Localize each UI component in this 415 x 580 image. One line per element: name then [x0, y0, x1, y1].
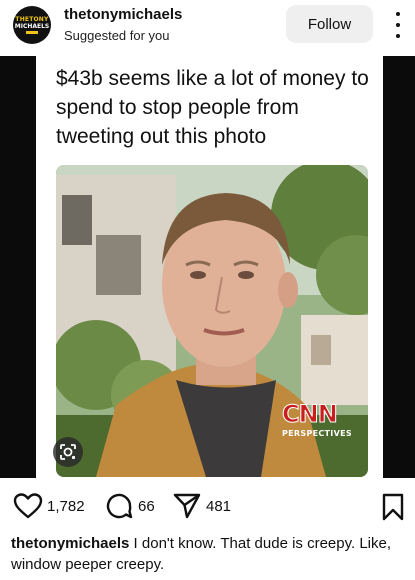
username[interactable]: thetonymichaels	[64, 6, 182, 23]
more-vertical-icon[interactable]	[392, 12, 404, 38]
comment-icon[interactable]	[104, 491, 134, 521]
like-action[interactable]: 1,782	[13, 490, 85, 522]
follow-button[interactable]: Follow	[286, 5, 373, 43]
cnn-subtitle: PERSPECTIVES	[282, 429, 352, 438]
post-caption: thetonymichaels I don't know. That dude …	[11, 533, 409, 575]
caption-username[interactable]: thetonymichaels	[11, 535, 129, 552]
avatar-line2: MICHAELS	[14, 22, 50, 30]
heart-icon[interactable]	[13, 492, 43, 520]
bookmark-icon[interactable]	[382, 493, 404, 526]
share-action[interactable]: 481	[172, 490, 231, 522]
tweet-text: $43b seems like a lot of money to spend …	[56, 67, 369, 148]
share-icon[interactable]	[172, 492, 202, 520]
post-media[interactable]: $43b seems like a lot of money to spend …	[0, 56, 415, 478]
action-bar: 1,782 66 481	[0, 490, 415, 526]
tweet-card: $43b seems like a lot of money to spend …	[36, 56, 383, 478]
avatar-bar	[26, 30, 38, 34]
avatar[interactable]: THETONY MICHAELS	[13, 6, 51, 44]
cnn-logo: CNN	[282, 400, 339, 428]
like-count: 1,782	[47, 497, 85, 515]
visual-search-icon[interactable]	[53, 437, 83, 467]
share-count: 481	[206, 497, 232, 515]
comment-count: 66	[138, 497, 155, 515]
comment-action[interactable]: 66	[104, 490, 155, 522]
video-still: CNN PERSPECTIVES	[56, 165, 368, 477]
cnn-overlay: CNN PERSPECTIVES	[282, 401, 358, 451]
suggested-label: Suggested for you	[64, 28, 170, 43]
post-header: THETONY MICHAELS thetonymichaels Suggest…	[0, 0, 415, 56]
